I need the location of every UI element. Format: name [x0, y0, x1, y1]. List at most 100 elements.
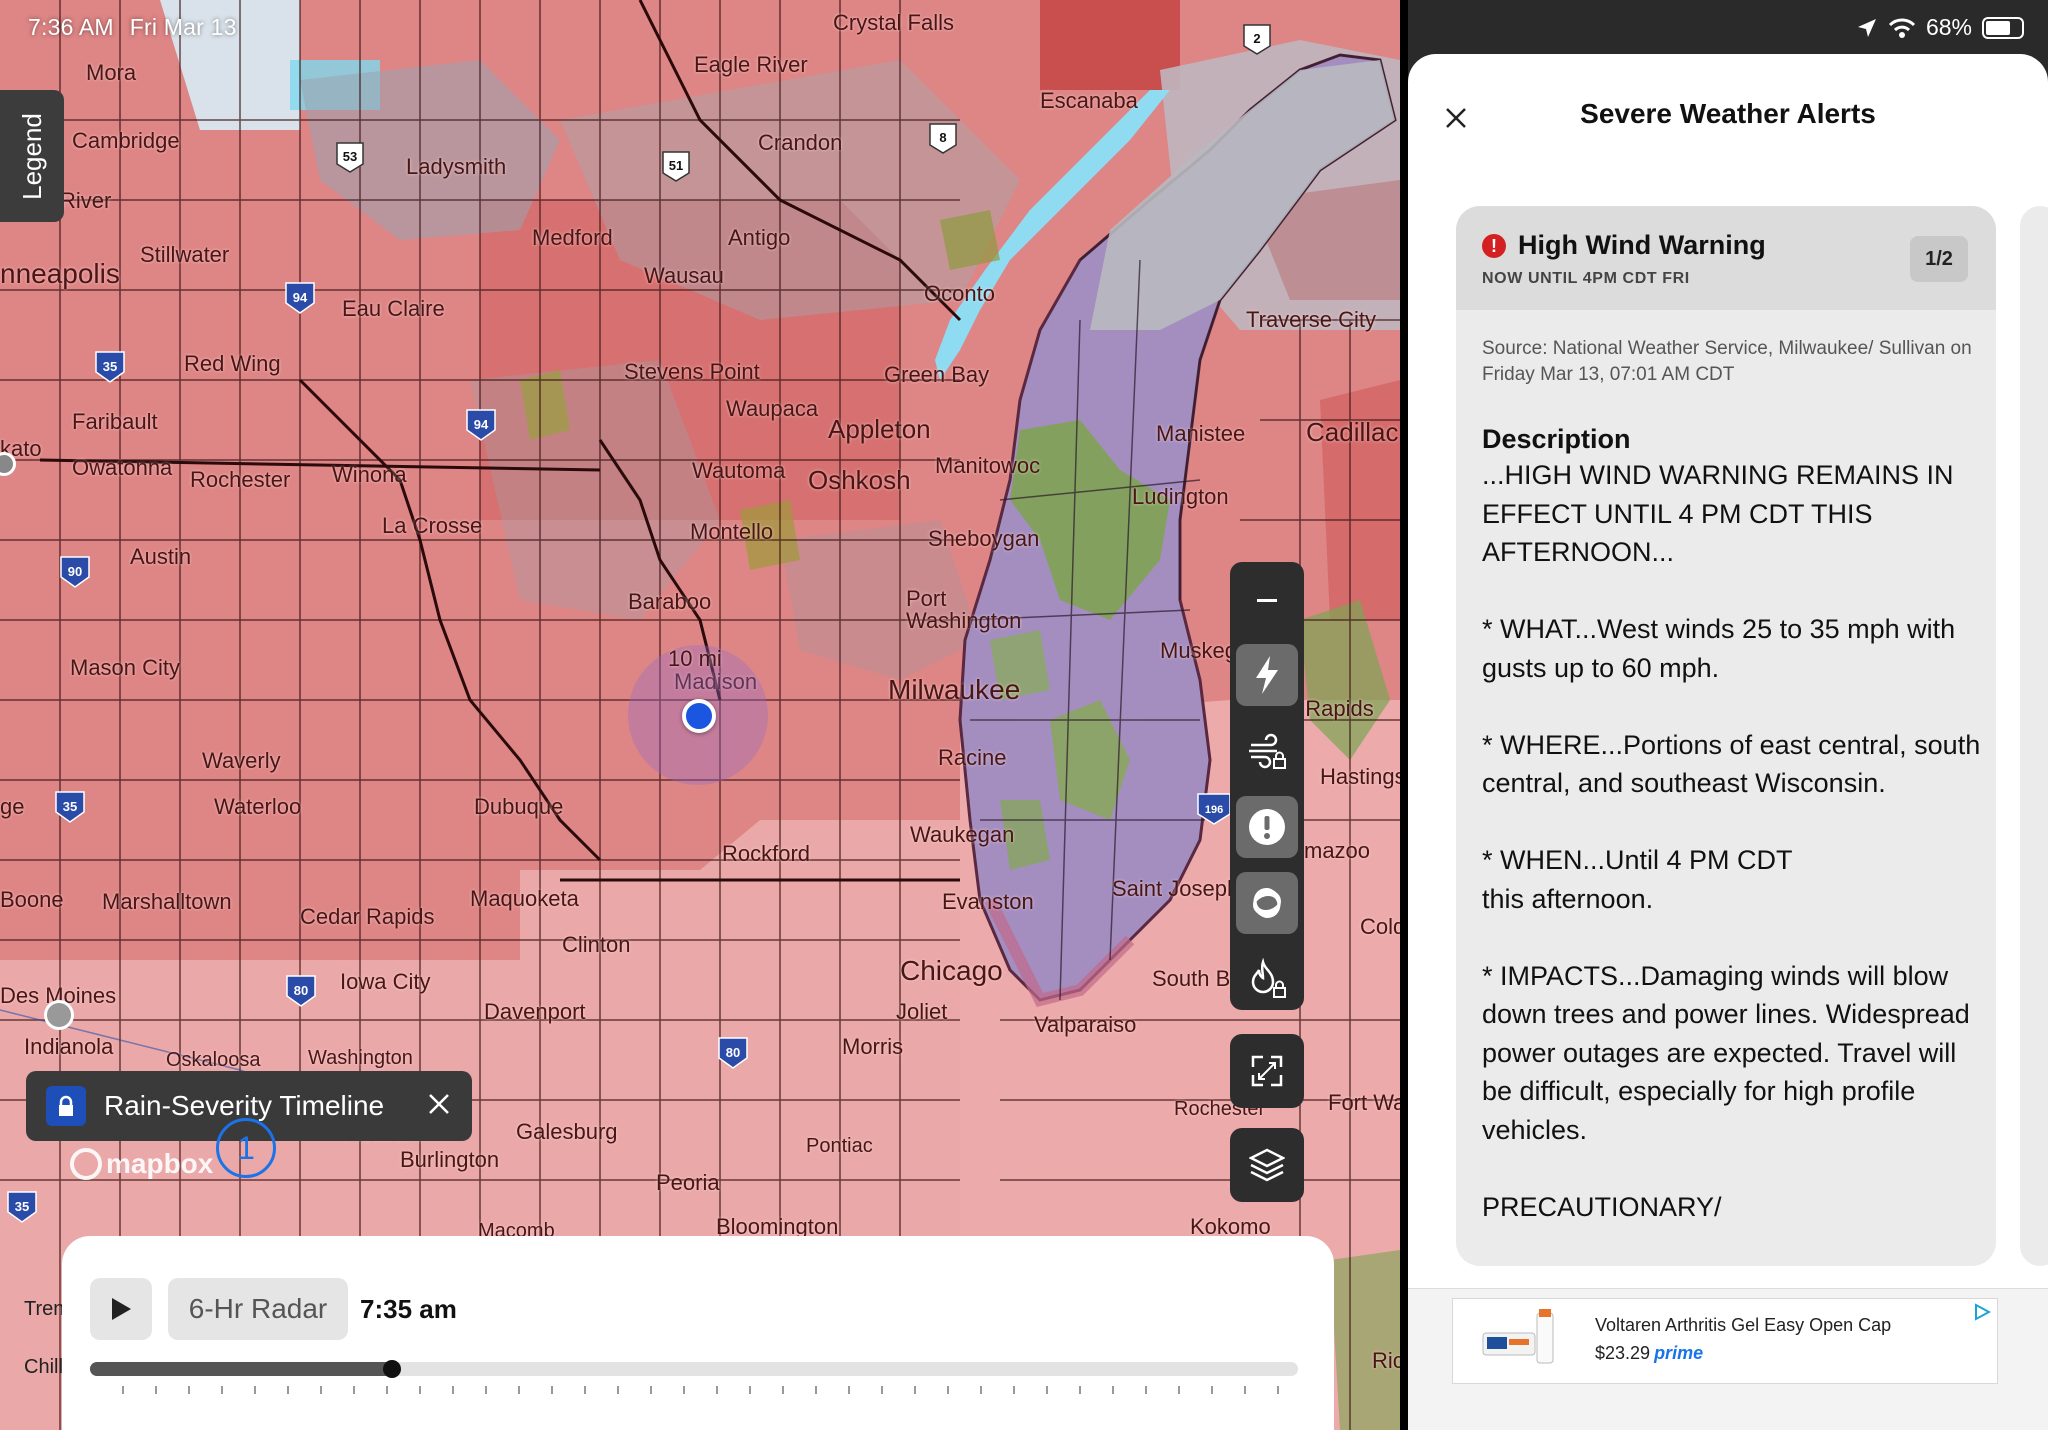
battery-percent: 68%	[1925, 14, 1972, 40]
city-label: Crandon	[758, 130, 843, 155]
city-label: Boone	[0, 887, 64, 912]
user-location-dot[interactable]	[682, 699, 716, 733]
city-label: Valparaiso	[1034, 1012, 1137, 1037]
city-label: Burlington	[400, 1147, 500, 1172]
ad-banner[interactable]: Voltaren Arthritis Gel Easy Open Cap $23…	[1452, 1298, 1998, 1384]
zoom-out-button[interactable]	[1236, 570, 1298, 632]
split-view-divider[interactable]	[1400, 0, 1408, 1430]
adchoices-icon[interactable]	[1973, 1303, 1991, 1321]
radar-time: 7:35 am	[360, 1294, 457, 1324]
scrubber-tick	[980, 1386, 982, 1394]
product-image	[1482, 1309, 1554, 1364]
legend-tab[interactable]: Legend	[0, 90, 64, 222]
scrubber-tick	[584, 1386, 586, 1394]
city-label: Stevens Point	[624, 359, 760, 384]
play-button[interactable]	[90, 1278, 152, 1340]
city-label: Marshalltown	[102, 889, 232, 914]
radar-scrubber-fill	[90, 1362, 392, 1376]
wind-layer-button[interactable]	[1236, 720, 1298, 782]
city-label: Waterloo	[214, 794, 302, 819]
lightning-layer-button[interactable]	[1236, 644, 1298, 706]
city-label: ge	[0, 794, 25, 819]
alert-circle-icon	[1249, 809, 1285, 845]
ad-title: Voltaren Arthritis Gel Easy Open Cap	[1595, 1315, 1892, 1335]
scrubber-tick	[1112, 1386, 1114, 1394]
city-label: Saint Joseph	[1112, 876, 1240, 901]
prime-badge: prime	[1654, 1343, 1704, 1363]
lightning-icon	[1256, 656, 1278, 694]
layers-icon	[1249, 1148, 1285, 1182]
alert-subtitle: NOW UNTIL 4PM CDT FRI	[1482, 270, 1690, 287]
svg-text:2: 2	[1253, 31, 1260, 46]
alert-source: Source: National Weather Service, Milwau…	[1482, 338, 1972, 385]
city-label: Muskeg	[1160, 638, 1238, 663]
city-label: Faribault	[72, 409, 158, 434]
city-label: Mason City	[70, 655, 181, 680]
scrubber-tick	[683, 1386, 685, 1394]
city-label: Indianola	[24, 1034, 114, 1059]
city-label: Austin	[130, 544, 192, 569]
hurricane-icon	[1253, 888, 1281, 918]
next-alert-card[interactable]	[2020, 206, 2048, 1266]
mapbox-attribution[interactable]: mapbox	[70, 1148, 213, 1180]
hurricane-layer-button[interactable]	[1236, 872, 1298, 934]
city-label: Morris	[842, 1034, 904, 1059]
panel-title: Severe Weather Alerts	[1580, 98, 1876, 129]
scrubber-tick	[518, 1386, 520, 1394]
city-label: Chicago	[900, 955, 1003, 986]
status-bar-left: 7:36 AM Fri Mar 13	[28, 14, 253, 41]
city-label: Medford	[532, 225, 613, 250]
scrubber-tick	[386, 1386, 388, 1394]
radar-mode-button[interactable]: 6-Hr Radar	[168, 1278, 348, 1340]
city-label: Cold	[1360, 914, 1400, 939]
alert-card[interactable]: ! High Wind Warning NOW UNTIL 4PM CDT FR…	[1456, 206, 1996, 1266]
scrubber-ticks	[122, 1386, 1298, 1398]
svg-text:90: 90	[68, 564, 82, 579]
alerts-layer-button[interactable]	[1236, 796, 1298, 858]
city-label: Rockford	[722, 841, 811, 866]
city-label: Oskaloosa	[166, 1049, 261, 1071]
city-label: Owatonna	[72, 455, 173, 480]
info-badge[interactable]: 1	[216, 1118, 276, 1178]
close-timeline-button[interactable]	[428, 1093, 450, 1120]
svg-text:8: 8	[939, 130, 946, 145]
city-label: Cambridge	[72, 128, 180, 153]
city-label: Baraboo	[628, 589, 712, 614]
svg-text:80: 80	[294, 983, 308, 998]
city-label: Traverse City	[1246, 307, 1376, 332]
scrubber-tick	[1046, 1386, 1048, 1394]
city-label: Milwaukee	[888, 674, 1021, 705]
location-arrow-icon	[1857, 18, 1876, 37]
alert-exclamation-icon: !	[1482, 234, 1506, 258]
city-label: Peoria	[656, 1170, 720, 1195]
city-label: Ladysmith	[406, 154, 507, 179]
scrubber-tick	[287, 1386, 289, 1394]
radar-scrubber-track[interactable]	[90, 1362, 1298, 1376]
layers-button[interactable]	[1230, 1128, 1304, 1202]
city-label: Oshkosh	[808, 465, 911, 495]
scrubber-tick	[650, 1386, 652, 1394]
alert-description: ...HIGH WIND WARNING REMAINS IN EFFECT U…	[1482, 460, 1981, 1222]
fullscreen-button[interactable]	[1230, 1034, 1304, 1108]
city-label: Eau Claire	[342, 296, 445, 321]
alert-title: High Wind Warning	[1518, 230, 1766, 260]
scrubber-tick	[155, 1386, 157, 1394]
fire-layer-button[interactable]	[1236, 948, 1298, 1010]
status-time: 7:36 AM	[28, 14, 114, 40]
map-layer-toolbar	[1230, 562, 1304, 1010]
ad-price: $23.29	[1595, 1343, 1651, 1363]
map-view[interactable]: 53 51 8 2 94 35 94 90 35 80 80 196 35 Cr…	[0, 0, 1400, 1430]
svg-text:35: 35	[103, 359, 117, 374]
mapbox-text: mapbox	[106, 1148, 214, 1179]
city-label: South Be	[1152, 966, 1243, 991]
svg-text:35: 35	[15, 1199, 29, 1214]
radar-scrubber-knob[interactable]	[383, 1360, 401, 1378]
expand-icon	[1251, 1055, 1283, 1087]
city-label: Clinton	[562, 932, 631, 957]
radius-label: 10 mi	[668, 646, 722, 671]
location-marker[interactable]	[44, 1000, 74, 1030]
svg-text:53: 53	[343, 149, 357, 164]
city-label: Racine	[938, 745, 1007, 770]
city-label: Red Wing	[184, 351, 281, 376]
scrubber-tick	[1277, 1386, 1279, 1394]
